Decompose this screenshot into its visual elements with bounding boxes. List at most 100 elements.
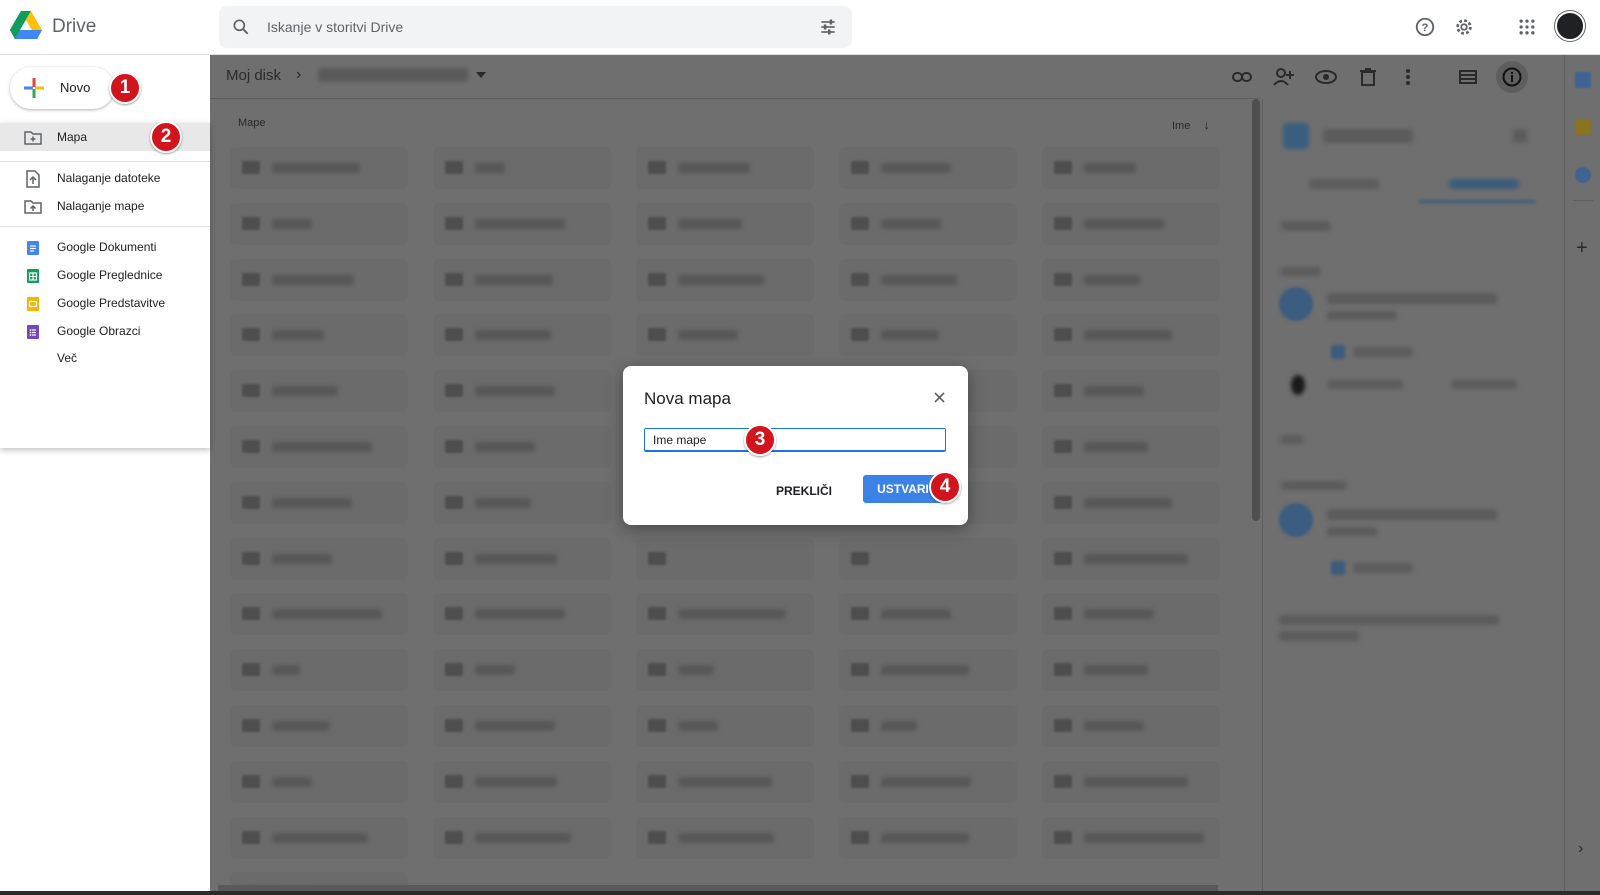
menu-item-google-slides[interactable]: Google Predstavitve — [0, 289, 210, 317]
folder-card[interactable] — [636, 649, 814, 692]
folder-card[interactable] — [433, 705, 611, 747]
folder-card[interactable] — [230, 760, 408, 803]
search-bar[interactable]: Iskanje v storitvi Drive — [219, 6, 852, 48]
folder-card[interactable] — [839, 649, 1017, 692]
folder-card[interactable] — [839, 705, 1017, 747]
folder-card[interactable] — [433, 370, 611, 413]
search-icon[interactable] — [231, 17, 251, 37]
folder-card[interactable] — [839, 147, 1017, 189]
list-view-icon[interactable] — [1456, 65, 1480, 89]
link-icon[interactable] — [1230, 65, 1254, 89]
folder-card[interactable] — [433, 593, 611, 636]
folder-card[interactable] — [636, 537, 814, 580]
folder-card[interactable] — [433, 816, 611, 859]
menu-item-folder-upload[interactable]: Nalaganje mape — [0, 192, 210, 220]
folder-card[interactable] — [433, 147, 611, 189]
folder-card[interactable] — [839, 593, 1017, 636]
menu-item-google-sheets[interactable]: Google Preglednice — [0, 261, 210, 289]
preview-eye-icon[interactable] — [1314, 65, 1338, 89]
folder-card[interactable] — [1042, 649, 1220, 692]
breadcrumb-current-folder-blurred[interactable] — [318, 68, 468, 82]
close-icon[interactable] — [1513, 129, 1527, 143]
chevron-down-icon[interactable] — [476, 72, 486, 78]
folder-card[interactable] — [636, 760, 814, 803]
folder-card[interactable] — [433, 426, 611, 468]
sort-by-name[interactable]: Ime ↓ — [1172, 117, 1210, 132]
folder-card[interactable] — [1042, 593, 1220, 636]
account-avatar[interactable] — [1555, 11, 1585, 41]
folder-card[interactable] — [230, 314, 408, 357]
folder-card[interactable] — [636, 202, 814, 245]
folder-card[interactable] — [1042, 147, 1220, 189]
drive-logo-icon[interactable] — [10, 11, 42, 39]
menu-item-more[interactable]: Več — [0, 344, 210, 372]
folder-card[interactable] — [230, 593, 408, 636]
folder-name-blurred — [881, 776, 971, 787]
apps-grid-icon[interactable] — [1514, 14, 1540, 40]
folder-card[interactable] — [230, 147, 408, 189]
details-tab-blurred[interactable] — [1309, 179, 1379, 189]
folder-card[interactable] — [1042, 202, 1220, 245]
menu-item-google-docs[interactable]: Google Dokumenti — [0, 233, 210, 261]
folder-card[interactable] — [433, 481, 611, 524]
folder-card[interactable] — [839, 258, 1017, 301]
calendar-icon[interactable] — [1575, 72, 1591, 88]
folder-card[interactable] — [636, 816, 814, 859]
search-options-icon[interactable] — [818, 17, 838, 37]
folder-card[interactable] — [1042, 481, 1220, 524]
folder-card[interactable] — [230, 370, 408, 413]
folder-card[interactable] — [1042, 705, 1220, 747]
folder-card[interactable] — [433, 314, 611, 357]
folder-card[interactable] — [230, 481, 408, 524]
folder-card[interactable] — [839, 202, 1017, 245]
settings-gear-icon[interactable] — [1451, 14, 1477, 40]
folder-card[interactable] — [433, 202, 611, 245]
menu-item-google-forms[interactable]: Google Obrazci — [0, 317, 210, 345]
folder-card[interactable] — [636, 258, 814, 301]
folder-card[interactable] — [1042, 816, 1220, 859]
folder-card[interactable] — [839, 537, 1017, 580]
folder-card[interactable] — [1042, 760, 1220, 803]
folder-card[interactable] — [636, 705, 814, 747]
folder-card[interactable] — [433, 760, 611, 803]
trash-icon[interactable] — [1356, 65, 1380, 89]
activity-tab-blurred[interactable] — [1449, 179, 1519, 189]
share-add-person-icon[interactable] — [1272, 65, 1296, 89]
folder-card[interactable] — [839, 816, 1017, 859]
folder-card[interactable] — [636, 147, 814, 189]
menu-item-file-upload[interactable]: Nalaganje datoteke — [0, 164, 210, 192]
keep-icon[interactable] — [1575, 119, 1591, 135]
breadcrumb-my-drive[interactable]: Moj disk — [226, 67, 281, 84]
folder-name-input[interactable] — [644, 428, 946, 452]
folder-card[interactable] — [1042, 537, 1220, 580]
folder-card[interactable] — [230, 816, 408, 859]
help-icon[interactable]: ? — [1412, 14, 1438, 40]
folder-card[interactable] — [230, 426, 408, 468]
tasks-icon[interactable] — [1575, 167, 1591, 183]
vertical-scrollbar[interactable] — [1252, 99, 1260, 521]
more-vert-icon[interactable] — [1396, 65, 1420, 89]
folder-card[interactable] — [433, 537, 611, 580]
folder-card[interactable] — [636, 314, 814, 357]
folder-card[interactable] — [636, 593, 814, 636]
folder-card[interactable] — [230, 537, 408, 580]
folder-card[interactable] — [230, 649, 408, 692]
folder-card[interactable] — [230, 258, 408, 301]
folder-card[interactable] — [1042, 426, 1220, 468]
info-icon[interactable] — [1496, 61, 1528, 93]
close-icon[interactable] — [930, 388, 948, 406]
folder-card[interactable] — [1042, 370, 1220, 413]
collapse-panel-chevron-icon[interactable]: › — [1578, 840, 1583, 858]
add-addon-icon[interactable]: + — [1576, 237, 1588, 260]
folder-card[interactable] — [433, 649, 611, 692]
folder-card[interactable] — [1042, 258, 1220, 301]
search-input[interactable]: Iskanje v storitvi Drive — [267, 19, 403, 35]
folder-card[interactable] — [839, 760, 1017, 803]
new-button[interactable]: Novo — [10, 67, 114, 109]
folder-card[interactable] — [230, 705, 408, 747]
folder-card[interactable] — [839, 314, 1017, 357]
cancel-button[interactable]: PREKLIČI — [770, 477, 838, 505]
folder-card[interactable] — [1042, 314, 1220, 357]
folder-card[interactable] — [433, 258, 611, 301]
folder-card[interactable] — [230, 202, 408, 245]
